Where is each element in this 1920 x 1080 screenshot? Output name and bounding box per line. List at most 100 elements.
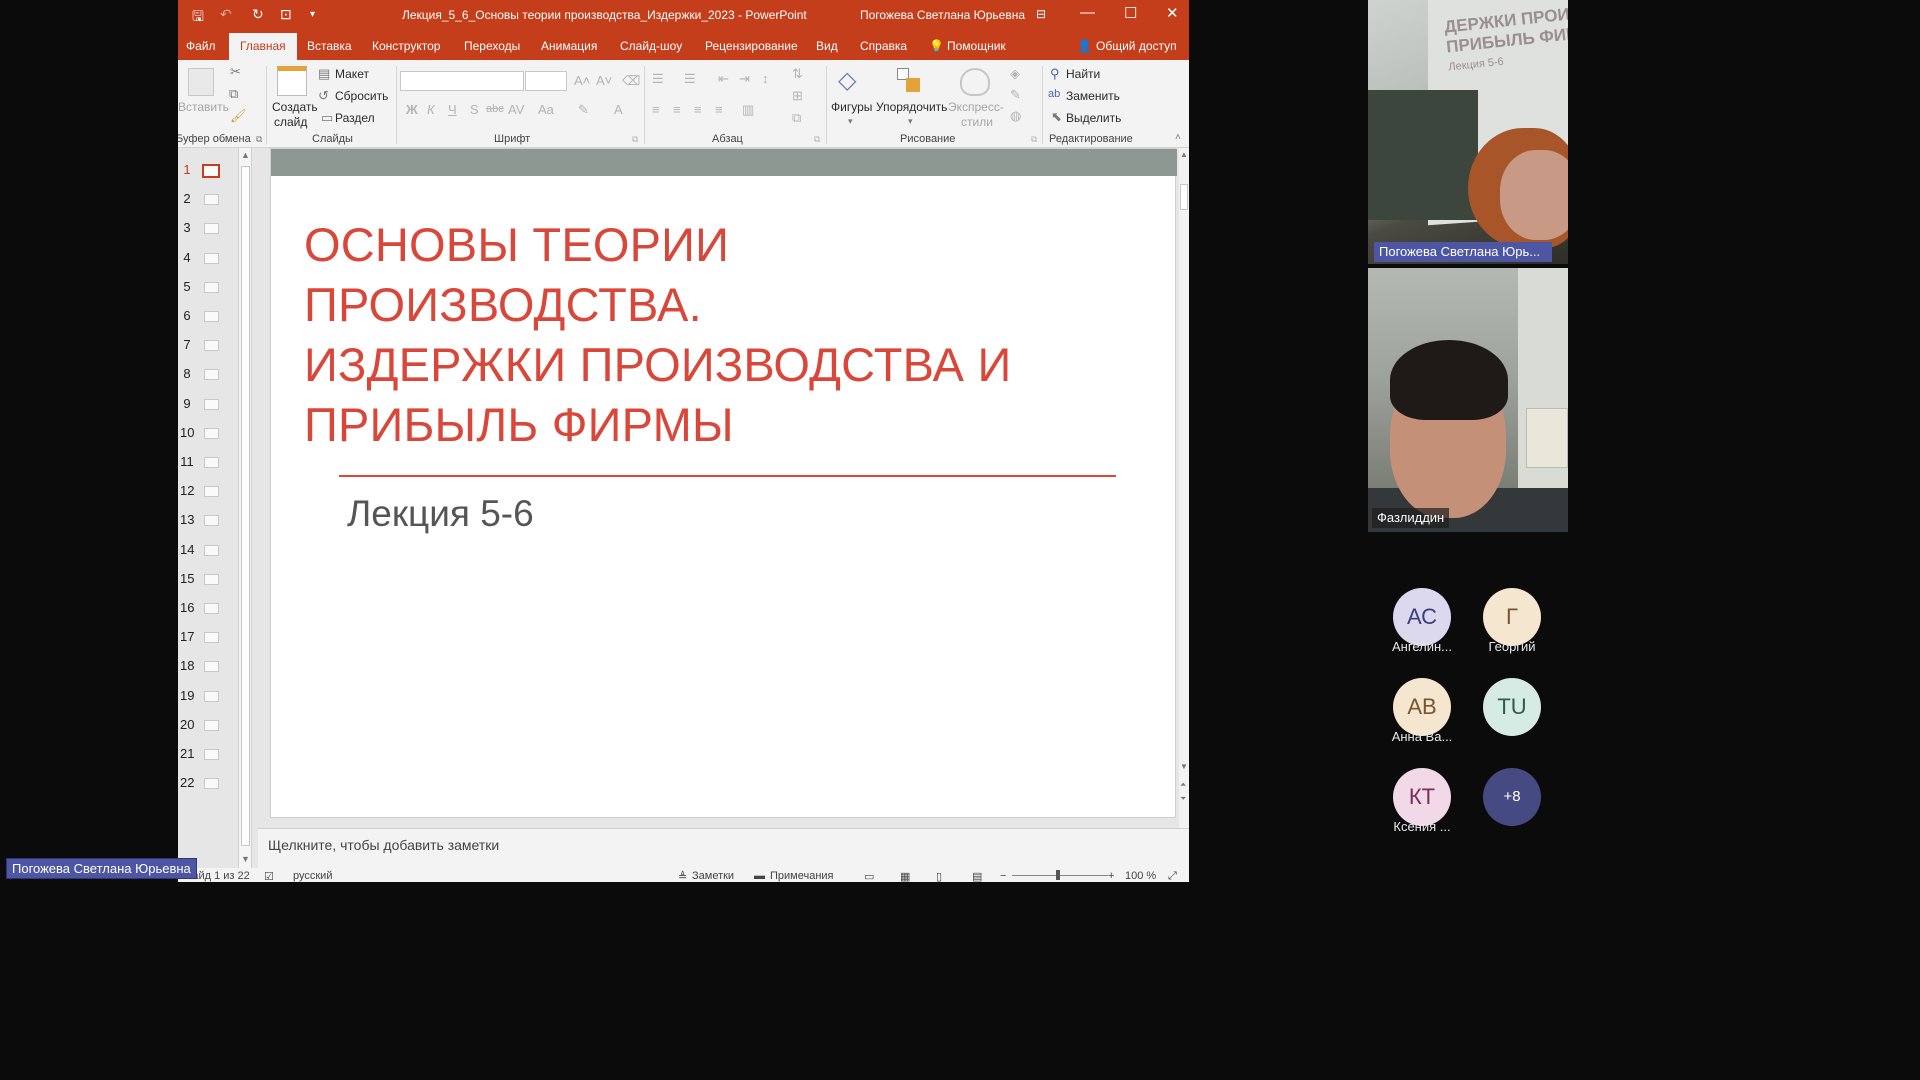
- participant-avatar[interactable]: КТ: [1393, 768, 1451, 826]
- convert-smartart-icon[interactable]: ⧉: [792, 110, 801, 126]
- slide-thumbnail[interactable]: [204, 252, 219, 264]
- tab-home[interactable]: Главная: [229, 33, 297, 60]
- participant-avatar[interactable]: TU: [1483, 678, 1541, 736]
- maximize-icon[interactable]: ☐: [1124, 4, 1137, 22]
- scroll-up-icon[interactable]: ▲: [1180, 150, 1188, 159]
- slide-thumbnail[interactable]: [204, 194, 219, 206]
- font-launcher-icon[interactable]: ⧉: [632, 134, 638, 145]
- slide-thumbnail[interactable]: [204, 544, 219, 556]
- font-name-field[interactable]: [400, 71, 524, 91]
- slide-scrollbar[interactable]: ▲ ▼ ⏶ ⏷: [1179, 148, 1189, 828]
- character-spacing-button[interactable]: AV: [508, 102, 524, 117]
- paragraph-launcher-icon[interactable]: ⧉: [814, 134, 820, 145]
- find-button[interactable]: Найти: [1066, 67, 1100, 81]
- previous-slide-icon[interactable]: ⏶: [1180, 780, 1186, 790]
- slide-thumbnail[interactable]: [204, 457, 219, 468]
- slide-thumbnail[interactable]: [202, 164, 220, 178]
- align-right-icon[interactable]: ≡: [694, 102, 702, 117]
- slide-thumbnail-number[interactable]: 2: [180, 191, 194, 206]
- save-icon[interactable]: 🖫: [192, 6, 204, 30]
- shapes-icon[interactable]: ◇: [838, 66, 856, 95]
- change-case-button[interactable]: Aa: [538, 102, 554, 117]
- slide-thumbnail[interactable]: [204, 661, 219, 673]
- slide-thumbnail[interactable]: [204, 311, 219, 322]
- new-slide-label-1[interactable]: Создать: [272, 100, 318, 114]
- columns-icon[interactable]: ▥: [742, 102, 754, 118]
- close-icon[interactable]: ✕: [1166, 4, 1179, 22]
- copy-icon[interactable]: ⧉: [229, 86, 238, 102]
- shape-fill-icon[interactable]: ◈: [1010, 66, 1020, 82]
- tab-transitions[interactable]: Переходы: [464, 39, 520, 53]
- arrange-button[interactable]: Упорядочить: [876, 100, 947, 114]
- slide-thumbnail-number[interactable]: 13: [180, 512, 194, 527]
- slide-thumbnail[interactable]: [204, 369, 219, 381]
- decrease-font-icon[interactable]: A˅: [596, 73, 612, 88]
- replace-button[interactable]: Заменить: [1066, 89, 1120, 103]
- bold-button[interactable]: Ж: [406, 102, 418, 117]
- align-text-icon[interactable]: ⊞: [792, 88, 803, 104]
- slide-thumbnail-number[interactable]: 12: [180, 483, 194, 498]
- redo-icon[interactable]: ↻: [252, 6, 264, 23]
- slide-thumbnail-number[interactable]: 6: [180, 308, 194, 323]
- shadow-button[interactable]: S: [470, 102, 479, 117]
- slide-thumbnail-number[interactable]: 8: [180, 366, 194, 381]
- scroll-thumb[interactable]: [241, 166, 250, 846]
- underline-button[interactable]: Ч: [448, 102, 457, 117]
- slide-thumbnail-number[interactable]: 4: [180, 250, 194, 265]
- collapse-ribbon-icon[interactable]: ˄: [1175, 132, 1181, 143]
- comments-toggle[interactable]: Примечания: [770, 870, 834, 882]
- slide-thumbnail[interactable]: [204, 690, 219, 702]
- slide-title[interactable]: ОСНОВЫ ТЕОРИИ ПРОИЗВОДСТВА. ИЗДЕРЖКИ ПРО…: [304, 215, 1164, 455]
- slide-thumbnail-number[interactable]: 14: [180, 542, 194, 557]
- arrange-dropdown-icon[interactable]: ▾: [908, 116, 913, 127]
- slide-thumbnail[interactable]: [204, 603, 219, 614]
- slide-thumbnail[interactable]: [204, 632, 219, 644]
- notes-placeholder[interactable]: Щелкните, чтобы добавить заметки: [268, 837, 499, 853]
- reading-view-icon[interactable]: ▯: [936, 870, 942, 882]
- format-painter-icon[interactable]: 🖌: [230, 108, 247, 124]
- slide-thumbnail[interactable]: [204, 340, 219, 352]
- clipboard-launcher-icon[interactable]: ⧉: [256, 134, 262, 145]
- normal-view-icon[interactable]: ▭: [864, 870, 874, 882]
- slide-thumbnail-number[interactable]: 21: [180, 746, 194, 761]
- slide-thumbnail-number[interactable]: 3: [180, 220, 194, 235]
- notes-toggle[interactable]: Заметки: [692, 870, 734, 882]
- layout-button[interactable]: Макет: [335, 67, 369, 81]
- new-slide-icon[interactable]: [277, 66, 307, 96]
- participant-video-presenter[interactable]: ДЕРЖКИ ПРОИ ПРИБЫЛЬ ФИРМ Лекция 5-6: [1368, 0, 1568, 264]
- notes-pane[interactable]: Щелкните, чтобы добавить заметки: [258, 828, 1189, 868]
- slide-thumbnail[interactable]: [204, 223, 219, 235]
- slide-thumbnail-number[interactable]: 9: [180, 396, 194, 411]
- slide-thumbnail-number[interactable]: 22: [180, 775, 194, 790]
- slide-thumbnail-number[interactable]: 1: [180, 162, 194, 177]
- reset-button[interactable]: Сбросить: [335, 89, 388, 103]
- highlight-icon[interactable]: ✎: [578, 102, 589, 118]
- participant-avatar[interactable]: АВ: [1393, 678, 1451, 736]
- scroll-thumb[interactable]: [1180, 184, 1188, 210]
- quick-styles-label-2[interactable]: стили: [961, 115, 993, 129]
- shape-effects-icon[interactable]: ◍: [1010, 108, 1021, 124]
- new-slide-label-2[interactable]: слайд: [274, 115, 307, 129]
- participant-avatar[interactable]: Г: [1483, 588, 1541, 646]
- tab-tell-me[interactable]: Помощник: [947, 39, 1006, 53]
- slide-thumbnail[interactable]: [204, 427, 219, 439]
- slide-thumbnail-number[interactable]: 18: [180, 658, 194, 673]
- ribbon-display-options-icon[interactable]: ⊟: [1036, 7, 1046, 21]
- account-name[interactable]: Погожева Светлана Юрьевна: [860, 8, 1025, 22]
- tab-design[interactable]: Конструктор: [372, 39, 440, 53]
- shapes-dropdown-icon[interactable]: ▾: [848, 116, 853, 127]
- zoom-in-icon[interactable]: +: [1108, 870, 1114, 882]
- strikethrough-button[interactable]: abc: [486, 103, 504, 115]
- slide-thumbnail-number[interactable]: 5: [180, 279, 194, 294]
- scroll-down-icon[interactable]: ▼: [241, 854, 250, 864]
- font-size-field[interactable]: [525, 71, 567, 91]
- decrease-indent-icon[interactable]: ⇤: [718, 71, 729, 87]
- customize-quick-access-icon[interactable]: ▾: [310, 9, 315, 20]
- zoom-level[interactable]: 100 %: [1125, 870, 1156, 882]
- scroll-up-icon[interactable]: ▲: [241, 150, 250, 160]
- slide-thumbnail-number[interactable]: 20: [180, 717, 194, 732]
- tab-view[interactable]: Вид: [816, 39, 838, 53]
- paste-icon[interactable]: [188, 68, 214, 96]
- slide-thumbnail[interactable]: [204, 398, 219, 410]
- section-button[interactable]: Раздел: [335, 111, 375, 125]
